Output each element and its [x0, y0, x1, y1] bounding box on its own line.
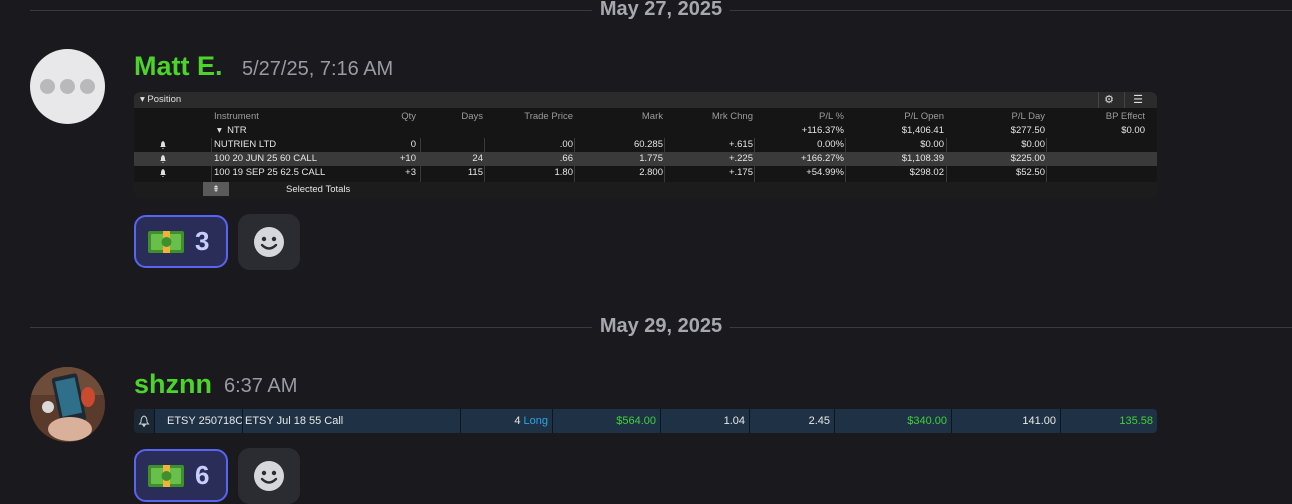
side-value: Long	[523, 415, 548, 427]
username[interactable]: Matt E.	[134, 51, 223, 82]
table-header-row: Instrument Qty Days Trade Price Mark Mrk…	[134, 110, 1157, 124]
column-header: Mrk Chng	[711, 111, 753, 122]
alert-icon	[134, 409, 155, 433]
add-reaction-button[interactable]	[238, 448, 300, 504]
money-icon	[148, 230, 184, 253]
money-icon	[148, 464, 184, 487]
position-panel-title: ▾ Position	[140, 94, 182, 105]
table-cell: .66	[559, 153, 573, 164]
table-cell: 141.00	[953, 409, 1061, 433]
alert-icon	[160, 169, 166, 177]
table-cell	[424, 138, 483, 152]
table-footer-row: ⇞ Selected Totals	[134, 182, 1157, 198]
username[interactable]: shznn	[134, 369, 212, 400]
table-cell: 1.775	[639, 153, 663, 164]
footer-label: Selected Totals	[286, 184, 351, 195]
table-cell: NUTRIEN LTD	[214, 139, 277, 150]
table-row[interactable]: NUTRIEN LTD 0 .00 60.285 +.615 0.00% $0.…	[134, 138, 1157, 152]
alert-icon	[160, 141, 166, 149]
table-cell: $564.00	[554, 409, 661, 433]
timestamp: 6:37 AM	[224, 375, 298, 397]
column-header: Mark	[641, 111, 663, 122]
table-cell: $0.00	[920, 139, 944, 150]
table-cell: 2.45	[751, 409, 835, 433]
table-cell: +3	[405, 167, 416, 178]
collapse-icon[interactable]: ⇞	[203, 182, 229, 196]
table-cell: +54.99%	[806, 167, 844, 178]
table-cell: 0.00%	[817, 139, 844, 150]
table-cell: 24	[472, 153, 483, 164]
table-cell: $0.00	[1121, 125, 1145, 136]
smiley-icon	[254, 227, 284, 257]
table-cell: 0	[410, 139, 416, 150]
date-divider: May 27, 2025	[30, 0, 1292, 21]
table-cell: ETSY Jul 18 55 Call	[243, 409, 461, 433]
table-cell: 60.285	[633, 139, 663, 150]
table-row[interactable]: 100 20 JUN 25 60 CALL +10 24 .66 1.775 +…	[134, 152, 1157, 166]
column-header: P/L Open	[904, 111, 944, 122]
qty-value: 4	[514, 415, 521, 427]
timestamp: 5/27/25, 7:16 AM	[242, 58, 394, 80]
table-cell: $277.50	[1010, 125, 1045, 136]
reaction-button[interactable]: 3	[134, 215, 228, 268]
column-header: P/L Day	[1011, 111, 1045, 122]
alert-icon	[160, 155, 166, 163]
gear-icon: ⚙	[1098, 92, 1119, 108]
table-cell: $1,406.41	[901, 125, 944, 136]
table-cell: $52.50	[1015, 167, 1045, 178]
column-header: BP Effect	[1105, 111, 1145, 122]
table-cell: 2.800	[639, 167, 663, 178]
table-cell: 4 Long	[459, 409, 553, 433]
table-cell: $298.02	[909, 167, 944, 178]
add-reaction-button[interactable]	[238, 214, 300, 270]
table-cell: ETSY 250718C	[167, 409, 243, 433]
table-cell: $225.00	[1010, 153, 1045, 164]
table-cell: +166.27%	[800, 153, 844, 164]
table-cell: +116.37%	[801, 125, 844, 136]
table-cell: $0.00	[1021, 139, 1045, 150]
reaction-count: 6	[195, 460, 210, 490]
column-header: Trade Price	[524, 111, 573, 122]
table-cell: +.175	[728, 167, 753, 178]
avatar[interactable]	[30, 367, 105, 442]
avatar[interactable]	[30, 49, 105, 124]
table-cell: +.225	[728, 153, 753, 164]
date-divider-label: May 29, 2025	[591, 315, 731, 338]
column-header: Days	[461, 111, 483, 122]
position-strip-image[interactable]: ETSY 250718C ETSY Jul 18 55 Call 4 Long …	[134, 409, 1157, 433]
table-cell: 115	[467, 167, 483, 178]
reaction-count: 3	[195, 226, 210, 256]
position-panel-image[interactable]: ▾ Position ⚙ ☰ Instrument Qty Days Trade…	[134, 92, 1157, 198]
column-header: P/L %	[819, 111, 844, 122]
table-cell: 100 19 SEP 25 62.5 CALL	[214, 167, 326, 178]
table-cell: 100 20 JUN 25 60 CALL	[214, 153, 317, 164]
reaction-button[interactable]: 6	[134, 449, 228, 502]
date-divider: May 29, 2025	[30, 315, 1292, 338]
table-cell: .00	[559, 139, 573, 150]
table-cell: 1.04	[662, 409, 750, 433]
position-panel-header: ▾ Position ⚙ ☰	[134, 92, 1157, 108]
table-cell: +10	[399, 153, 416, 164]
table-cell: 135.58	[1119, 415, 1153, 427]
table-cell: 1.80	[554, 167, 574, 178]
table-cell: $340.00	[836, 409, 952, 433]
column-header: Instrument	[214, 111, 259, 122]
list-icon: ☰	[1124, 92, 1151, 108]
table-row[interactable]: 100 19 SEP 25 62.5 CALL +3 115 1.80 2.80…	[134, 166, 1157, 180]
smiley-icon	[254, 461, 284, 491]
column-header: Qty	[401, 111, 416, 122]
group-label: ▾ NTR	[217, 125, 247, 136]
avatar-image	[30, 367, 105, 442]
table-group-row[interactable]: ▾ NTR +116.37% $1,406.41 $277.50 $0.00	[134, 124, 1157, 138]
table-cell: $1,108.39	[901, 153, 944, 164]
date-divider-label: May 27, 2025	[591, 0, 731, 21]
table-cell: +.615	[728, 139, 753, 150]
